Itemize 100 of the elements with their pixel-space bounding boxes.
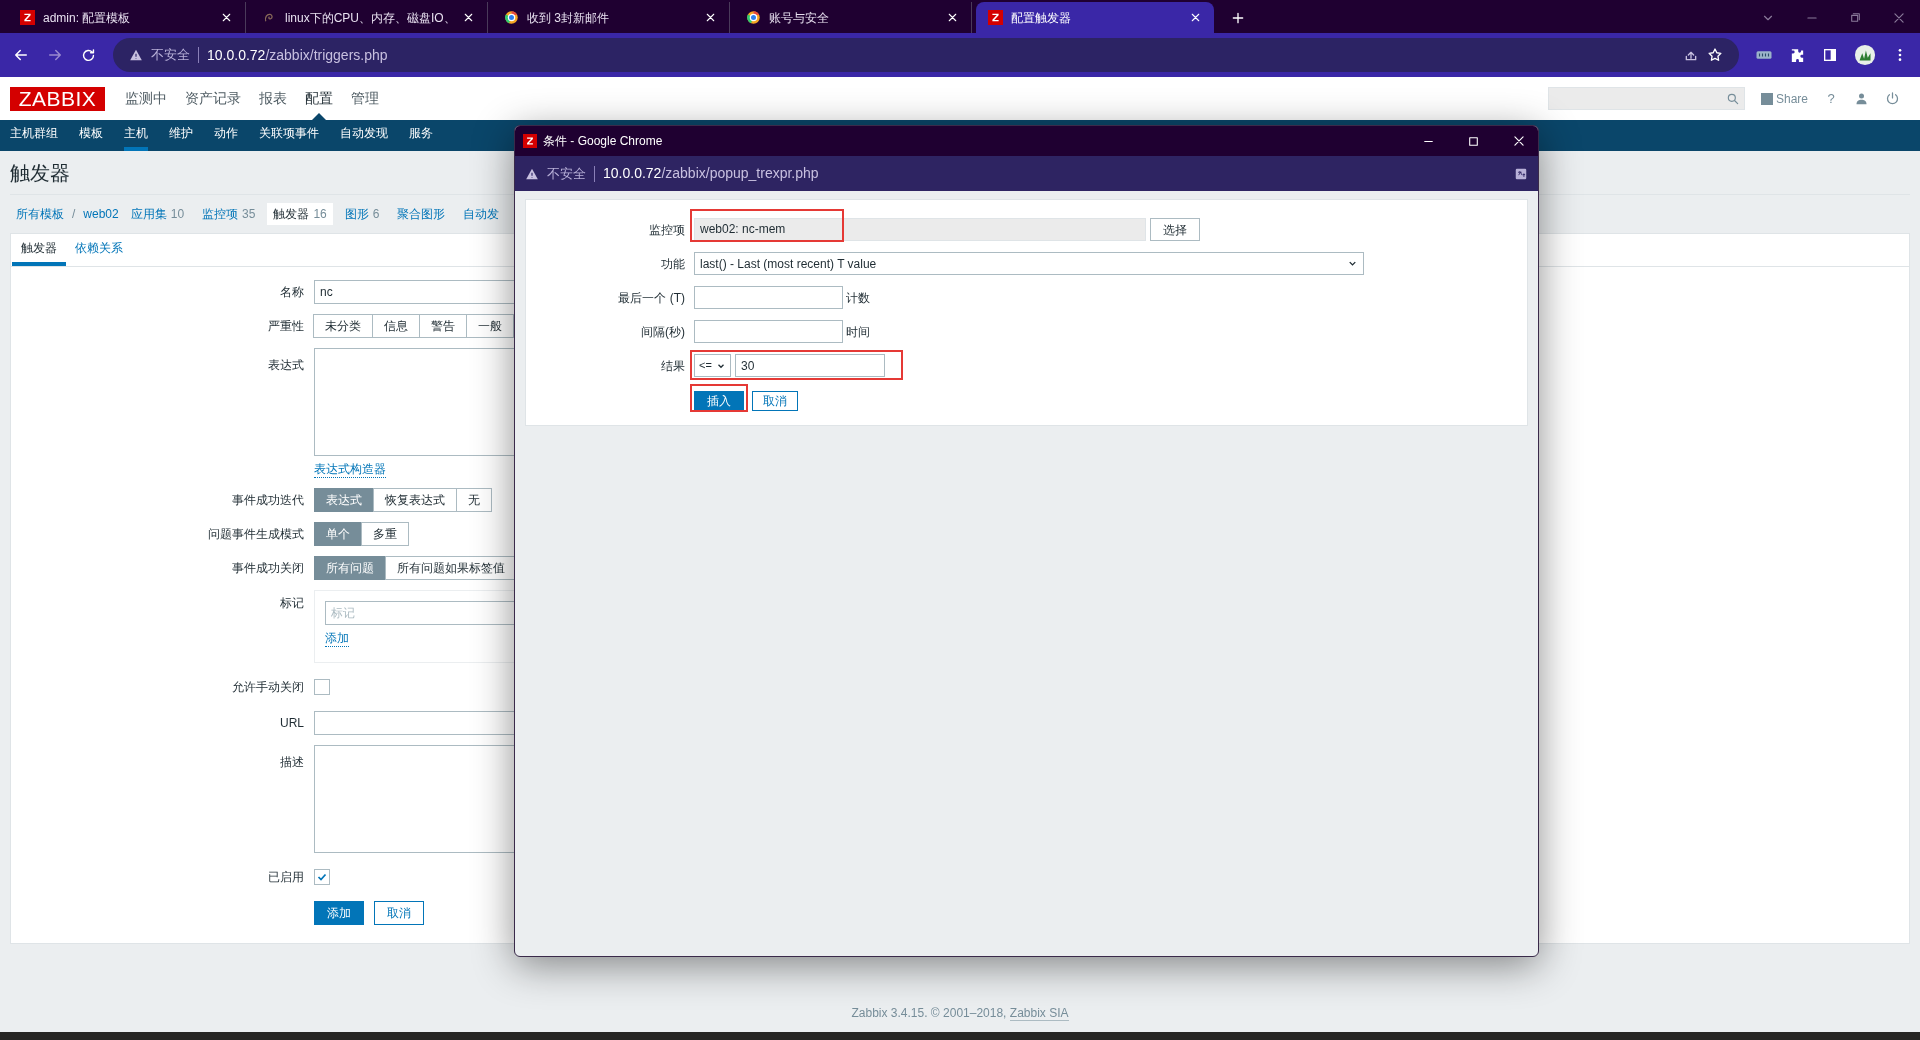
reload-icon[interactable] — [80, 46, 97, 64]
field-label: 严重性 — [268, 318, 304, 335]
close-icon[interactable] — [1512, 134, 1526, 148]
field-label: 事件成功关闭 — [232, 560, 304, 577]
unit-label: 时间 — [846, 323, 870, 341]
tab-title: 账号与安全 — [769, 9, 830, 27]
tab-title: admin: 配置模板 — [43, 9, 132, 27]
search-field[interactable] — [1547, 87, 1745, 110]
breadcrumb-tab[interactable]: 自动发 — [457, 203, 506, 225]
browser-tab[interactable]: 配置触发器 — [976, 2, 1214, 33]
form-button[interactable]: 取消 — [752, 390, 798, 411]
breadcrumb-tab[interactable]: 触发器 16 — [267, 203, 333, 225]
close-icon[interactable] — [946, 11, 959, 24]
nav-item[interactable]: 关联项事件 — [259, 120, 319, 151]
ring-icon — [746, 10, 761, 25]
close-icon[interactable] — [462, 11, 475, 24]
breadcrumb-tab[interactable]: 聚合图形 — [391, 203, 452, 225]
power-icon[interactable] — [1885, 91, 1900, 106]
menu-item[interactable]: 监测中 — [125, 77, 167, 120]
tab-title: linux下的CPU、内存、磁盘IO、 — [285, 9, 454, 27]
tab-title: 收到 3封新邮件 — [527, 9, 610, 27]
breadcrumb-link[interactable]: web02 — [83, 205, 119, 223]
close-icon[interactable] — [704, 11, 717, 24]
field-label: 表达式 — [268, 357, 304, 374]
breadcrumb-separator: / — [71, 206, 77, 223]
menu-item[interactable]: 资产记录 — [185, 77, 241, 120]
function-dropdown[interactable]: last() - Last (most recent) T value — [694, 252, 1364, 275]
tag-field[interactable]: 标记 — [325, 601, 514, 625]
puzzle-icon[interactable] — [1789, 46, 1806, 64]
form-tab[interactable]: 触发器 — [12, 234, 66, 266]
address-bar[interactable]: 不安全 10.0.0.72/zabbix/triggers.php — [113, 38, 1739, 72]
segment-button[interactable]: 警告 — [419, 314, 467, 338]
url-text: 10.0.0.72/zabbix/triggers.php — [207, 45, 388, 65]
nav-item[interactable]: 自动发现 — [340, 120, 388, 151]
close-icon[interactable] — [1189, 11, 1202, 24]
segment-button[interactable]: 无 — [456, 488, 492, 512]
select-button[interactable]: 选择 — [1150, 218, 1200, 241]
field-label: 事件成功迭代 — [232, 492, 304, 509]
segment-button[interactable]: 所有问题如果标签值 — [385, 556, 514, 580]
nav-item[interactable]: 服务 — [409, 120, 433, 151]
window-title: 条件 - Google Chrome — [543, 133, 663, 150]
check-icon — [316, 871, 328, 883]
field-label: 功能 — [661, 255, 685, 273]
share-link[interactable]: Share — [1760, 89, 1808, 108]
segment-button[interactable]: 多重 — [361, 522, 409, 546]
field-label: 描述 — [280, 754, 304, 771]
breadcrumb-link[interactable]: 所有模板 — [10, 205, 64, 223]
text-field[interactable] — [694, 320, 843, 343]
nav-item[interactable]: 主机 — [124, 120, 148, 151]
form-button[interactable]: 添加 — [314, 901, 364, 925]
checkbox[interactable] — [314, 679, 330, 695]
breadcrumb-tab[interactable]: 图形 6 — [338, 203, 386, 225]
breadcrumb-tab[interactable]: 应用集 10 — [124, 203, 191, 225]
field-label: URL — [280, 715, 304, 732]
zabbix-logo[interactable]: ZABBIX — [10, 86, 105, 111]
nav-item[interactable]: 模板 — [79, 120, 103, 151]
warning-icon — [129, 48, 143, 62]
form-button[interactable]: 取消 — [374, 901, 424, 925]
builder-link[interactable]: 表达式构造器 — [314, 462, 386, 478]
user-icon[interactable] — [1854, 91, 1869, 106]
ring-icon — [504, 10, 519, 25]
translate-icon[interactable] — [1514, 166, 1528, 181]
tab-title: 配置触发器 — [1011, 9, 1072, 27]
text-field[interactable] — [694, 286, 843, 309]
field-label: 监控项 — [649, 221, 685, 239]
search-icon[interactable] — [1725, 91, 1740, 106]
segment-button[interactable]: 信息 — [372, 314, 420, 338]
checkbox[interactable] — [314, 869, 330, 885]
form-button[interactable]: 插入 — [694, 390, 744, 411]
menu-item[interactable]: 报表 — [259, 77, 287, 120]
form-tab[interactable]: 依赖关系 — [66, 234, 132, 266]
segment-button[interactable]: 恢复表达式 — [373, 488, 457, 512]
breadcrumb-tab[interactable]: 监控项 35 — [196, 203, 262, 225]
footer-text: Zabbix 3.4.15. © 2001–2018, — [851, 1006, 1007, 1020]
restore-icon[interactable] — [1849, 11, 1862, 24]
close-icon[interactable] — [220, 11, 233, 24]
security-label: 不安全 — [151, 46, 190, 65]
url-text: 10.0.0.72/zabbix/popup_trexpr.php — [603, 164, 819, 183]
sidebar-icon[interactable] — [1822, 47, 1838, 63]
field-label: 允许手动关闭 — [232, 679, 304, 696]
nav-item[interactable]: 主机群组 — [10, 120, 58, 151]
nav-item[interactable]: 维护 — [169, 120, 193, 151]
nav-item[interactable]: 动作 — [214, 120, 238, 151]
zabbix-icon — [988, 10, 1003, 25]
operator-dropdown[interactable]: <= — [694, 354, 731, 377]
add-link[interactable]: 添加 — [325, 631, 349, 647]
text-field[interactable]: nc — [314, 280, 514, 304]
segment-button[interactable]: 未分类 — [313, 314, 373, 338]
item-field[interactable]: web02: nc-mem — [694, 218, 1146, 241]
help-link[interactable]: ? — [1824, 88, 1838, 109]
value-field[interactable]: 30 — [735, 354, 885, 377]
avatar-icon[interactable] — [1854, 44, 1876, 66]
unit-label: 计数 — [846, 289, 870, 307]
menu-item[interactable]: 管理 — [351, 77, 379, 120]
star-icon[interactable] — [1707, 47, 1723, 63]
zabbix-icon — [523, 134, 537, 148]
segment-button[interactable]: 一般 — [466, 314, 514, 338]
field-label: 结果 — [661, 357, 685, 375]
zabbix-icon — [20, 10, 35, 25]
maximize-icon[interactable] — [1467, 134, 1480, 148]
